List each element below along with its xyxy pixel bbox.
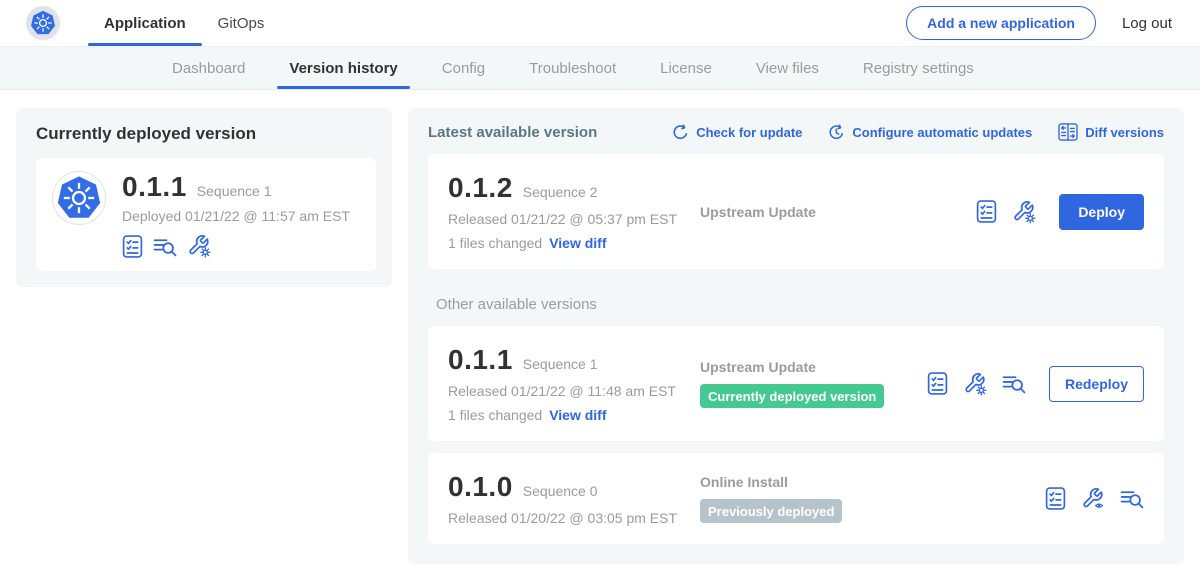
versions-panel-header: Latest available version Check for updat… (428, 123, 1164, 141)
clock-refresh-icon (828, 124, 845, 141)
file-search-icon[interactable] (153, 236, 177, 257)
file-search-icon[interactable] (1120, 488, 1144, 509)
version-info: 0.1.2 Sequence 2 Released 01/21/22 @ 05:… (448, 172, 700, 251)
source-label: Upstream Update (700, 204, 976, 220)
check-for-update-link[interactable]: Check for update (672, 124, 802, 141)
view-diff-link[interactable]: View diff (549, 407, 606, 423)
files-changed-label: 1 files changed (448, 407, 542, 423)
subnav-tab-view-files[interactable]: View files (734, 47, 841, 89)
version-info: 0.1.1 Sequence 1 Released 01/21/22 @ 11:… (448, 344, 700, 423)
check-for-update-label: Check for update (696, 125, 802, 140)
subnav-tab-config[interactable]: Config (420, 47, 507, 89)
version-sequence: Sequence 0 (523, 483, 598, 499)
subnav-tab-version-history[interactable]: Version history (267, 47, 419, 89)
released-timestamp: Released 01/21/22 @ 11:48 am EST (448, 383, 700, 399)
version-info: 0.1.0 Sequence 0 Released 01/20/22 @ 03:… (448, 471, 700, 526)
subnav-tab-troubleshoot[interactable]: Troubleshoot (507, 47, 638, 89)
diff-versions-link[interactable]: Diff versions (1058, 123, 1164, 141)
latest-version-title: Latest available version (428, 124, 597, 141)
version-row-actions: Deploy (976, 194, 1144, 230)
deployed-version-info: 0.1.1 Sequence 1 Deployed 01/21/22 @ 11:… (122, 171, 350, 258)
version-actions: Check for update Configure automatic upd… (672, 123, 1164, 141)
logout-button[interactable]: Log out (1122, 15, 1172, 32)
released-timestamp: Released 01/21/22 @ 05:37 pm EST (448, 211, 700, 227)
app-logo (52, 171, 106, 225)
configure-automatic-updates-link[interactable]: Configure automatic updates (828, 124, 1032, 141)
app-header: Application GitOps Add a new application… (0, 0, 1200, 46)
refresh-icon (672, 124, 689, 141)
checklist-icon[interactable] (1045, 487, 1066, 510)
source-label: Upstream Update (700, 359, 927, 375)
version-number: 0.1.1 (448, 344, 513, 376)
source-label: Online Install (700, 474, 1045, 490)
version-sequence: Sequence 1 (523, 356, 598, 372)
version-row-0-1-1: 0.1.1 Sequence 1 Released 01/21/22 @ 11:… (428, 326, 1164, 441)
checklist-icon[interactable] (927, 372, 948, 395)
tab-gitops[interactable]: GitOps (202, 0, 281, 46)
header-tabs: Application GitOps (88, 0, 280, 46)
subnav-tab-license[interactable]: License (638, 47, 734, 89)
file-search-icon[interactable] (1002, 373, 1026, 394)
files-changed-label: 1 files changed (448, 235, 542, 251)
checklist-icon[interactable] (122, 235, 143, 258)
subnav-tab-registry-settings[interactable]: Registry settings (841, 47, 996, 89)
add-application-button[interactable]: Add a new application (906, 6, 1096, 40)
version-row-actions: Redeploy (927, 366, 1144, 402)
wrench-eye-icon[interactable] (1081, 487, 1105, 511)
checklist-icon[interactable] (976, 200, 997, 223)
wrench-gear-icon[interactable] (187, 234, 211, 258)
kubernetes-logo-icon (30, 10, 56, 36)
wrench-gear-icon[interactable] (963, 372, 987, 396)
version-source: Online Install Previously deployed (700, 474, 1045, 523)
app-subnav: Dashboard Version history Config Trouble… (0, 46, 1200, 90)
diff-versions-label: Diff versions (1085, 125, 1164, 140)
view-diff-link[interactable]: View diff (549, 235, 606, 251)
version-row-0-1-2: 0.1.2 Sequence 2 Released 01/21/22 @ 05:… (428, 154, 1164, 269)
deploy-button[interactable]: Deploy (1059, 194, 1144, 230)
version-row-0-1-0: 0.1.0 Sequence 0 Released 01/20/22 @ 03:… (428, 453, 1164, 544)
redeploy-button[interactable]: Redeploy (1049, 366, 1144, 402)
kubernetes-logo-icon (56, 175, 102, 221)
version-source: Upstream Update (700, 204, 976, 220)
deployed-sequence: Sequence 1 (197, 183, 272, 199)
diff-columns-icon (1058, 123, 1078, 141)
previously-deployed-badge: Previously deployed (700, 499, 842, 523)
version-source: Upstream Update Currently deployed versi… (700, 359, 927, 408)
currently-deployed-panel: Currently deployed version 0.1.1 (16, 108, 392, 287)
tab-application[interactable]: Application (88, 0, 202, 46)
deployed-version-card: 0.1.1 Sequence 1 Deployed 01/21/22 @ 11:… (36, 158, 376, 271)
subnav-tab-dashboard[interactable]: Dashboard (150, 47, 267, 89)
wrench-gear-icon[interactable] (1012, 200, 1036, 224)
deployed-timestamp: Deployed 01/21/22 @ 11:57 am EST (122, 208, 350, 224)
version-number: 0.1.0 (448, 471, 513, 503)
deployed-panel-title: Currently deployed version (36, 124, 376, 144)
version-row-actions (1045, 487, 1144, 511)
currently-deployed-badge: Currently deployed version (700, 384, 884, 408)
version-number: 0.1.2 (448, 172, 513, 204)
configure-automatic-updates-label: Configure automatic updates (852, 125, 1032, 140)
version-history-panel: Latest available version Check for updat… (408, 108, 1184, 564)
other-versions-title: Other available versions (436, 296, 1164, 313)
version-sequence: Sequence 2 (523, 184, 598, 200)
released-timestamp: Released 01/20/22 @ 03:05 pm EST (448, 510, 700, 526)
header-right: Add a new application Log out (906, 0, 1172, 46)
deployed-version-number: 0.1.1 (122, 171, 187, 203)
kubernetes-logo (26, 6, 60, 40)
main-content: Currently deployed version 0.1.1 (0, 90, 1200, 564)
